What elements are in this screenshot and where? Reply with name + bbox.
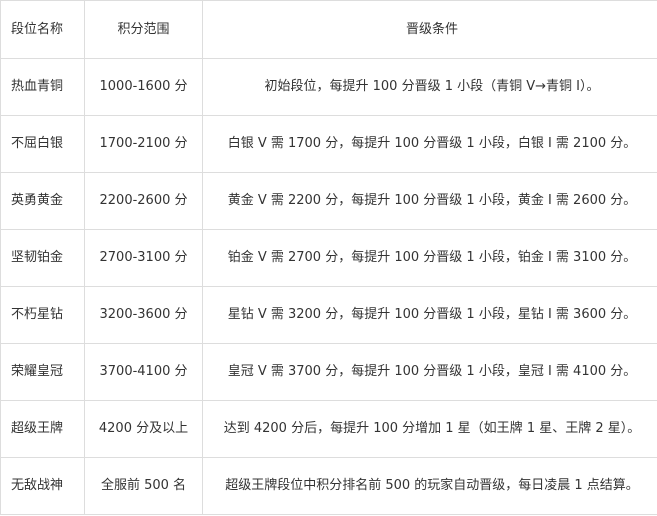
promotion-condition-cell: 铂金 V 需 2700 分，每提升 100 分晋级 1 小段，铂金 I 需 31… [202, 229, 657, 287]
rank-name-cell: 不屈白银 [0, 115, 85, 173]
table-header-row: 段位名称 积分范围 晋级条件 [0, 0, 657, 59]
promotion-condition-cell: 达到 4200 分后，每提升 100 分增加 1 星（如王牌 1 星、王牌 2 … [202, 400, 657, 458]
rank-name-cell: 不朽星钻 [0, 286, 85, 344]
header-rank-name: 段位名称 [0, 0, 85, 59]
promotion-condition-cell: 超级王牌段位中积分排名前 500 的玩家自动晋级，每日凌晨 1 点结算。 [202, 457, 657, 515]
promotion-condition-cell: 皇冠 V 需 3700 分，每提升 100 分晋级 1 小段，皇冠 I 需 41… [202, 343, 657, 401]
rank-name-cell: 热血青铜 [0, 58, 85, 116]
table-row: 无敌战神 全服前 500 名 超级王牌段位中积分排名前 500 的玩家自动晋级，… [0, 457, 657, 515]
score-range-cell: 3200-3600 分 [84, 286, 203, 344]
score-range-cell: 3700-4100 分 [84, 343, 203, 401]
rank-table: 段位名称 积分范围 晋级条件 热血青铜 1000-1600 分 初始段位，每提升… [0, 0, 657, 515]
table-row: 热血青铜 1000-1600 分 初始段位，每提升 100 分晋级 1 小段（青… [0, 58, 657, 116]
promotion-condition-cell: 初始段位，每提升 100 分晋级 1 小段（青铜 V→青铜 I）。 [202, 58, 657, 116]
score-range-cell: 2700-3100 分 [84, 229, 203, 287]
rank-name-cell: 英勇黄金 [0, 172, 85, 230]
promotion-condition-cell: 白银 V 需 1700 分，每提升 100 分晋级 1 小段，白银 I 需 21… [202, 115, 657, 173]
rank-name-cell: 无敌战神 [0, 457, 85, 515]
score-range-cell: 1700-2100 分 [84, 115, 203, 173]
rank-name-cell: 坚韧铂金 [0, 229, 85, 287]
table-row: 不朽星钻 3200-3600 分 星钻 V 需 3200 分，每提升 100 分… [0, 286, 657, 344]
promotion-condition-cell: 星钻 V 需 3200 分，每提升 100 分晋级 1 小段，星钻 I 需 36… [202, 286, 657, 344]
table-row: 英勇黄金 2200-2600 分 黄金 V 需 2200 分，每提升 100 分… [0, 172, 657, 230]
score-range-cell: 4200 分及以上 [84, 400, 203, 458]
header-promotion-condition: 晋级条件 [202, 0, 657, 59]
score-range-cell: 全服前 500 名 [84, 457, 203, 515]
score-range-cell: 2200-2600 分 [84, 172, 203, 230]
table-row: 超级王牌 4200 分及以上 达到 4200 分后，每提升 100 分增加 1 … [0, 400, 657, 458]
table-row: 坚韧铂金 2700-3100 分 铂金 V 需 2700 分，每提升 100 分… [0, 229, 657, 287]
table-row: 荣耀皇冠 3700-4100 分 皇冠 V 需 3700 分，每提升 100 分… [0, 343, 657, 401]
score-range-cell: 1000-1600 分 [84, 58, 203, 116]
rank-name-cell: 荣耀皇冠 [0, 343, 85, 401]
header-score-range: 积分范围 [84, 0, 203, 59]
promotion-condition-cell: 黄金 V 需 2200 分，每提升 100 分晋级 1 小段，黄金 I 需 26… [202, 172, 657, 230]
rank-name-cell: 超级王牌 [0, 400, 85, 458]
table-row: 不屈白银 1700-2100 分 白银 V 需 1700 分，每提升 100 分… [0, 115, 657, 173]
